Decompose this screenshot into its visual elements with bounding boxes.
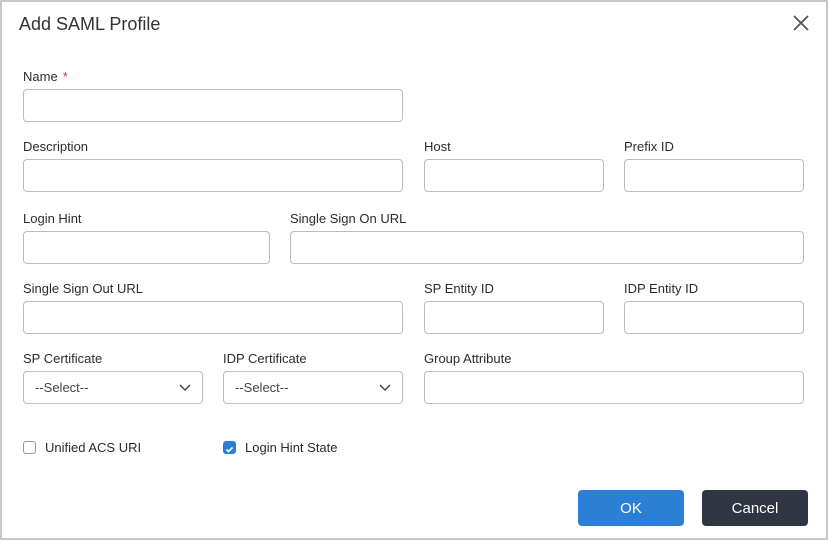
sp-certificate-label: SP Certificate — [23, 351, 103, 366]
idp-entity-id-label: IDP Entity ID — [624, 281, 699, 296]
group-attribute-label: Group Attribute — [424, 351, 512, 366]
host-input[interactable] — [424, 159, 604, 192]
close-icon[interactable] — [790, 12, 812, 34]
idp-entity-id-input[interactable] — [624, 301, 804, 334]
idp-certificate-label: IDP Certificate — [223, 351, 307, 366]
name-input[interactable] — [23, 89, 403, 122]
prefix-id-input[interactable] — [624, 159, 804, 192]
sp-entity-id-input[interactable] — [424, 301, 604, 334]
description-label: Description — [23, 139, 89, 154]
idp-certificate-select[interactable]: --Select-- — [223, 371, 403, 404]
checkmark-icon — [225, 446, 234, 453]
sp-certificate-value: --Select-- — [35, 380, 89, 395]
prefix-id-label: Prefix ID — [624, 139, 674, 154]
name-label: Name * — [23, 69, 68, 84]
unified-acs-uri-checkbox[interactable] — [23, 441, 36, 454]
login-hint-label: Login Hint — [23, 211, 82, 226]
add-saml-profile-dialog: Add SAML Profile Name * Description Host … — [2, 2, 826, 538]
description-input[interactable] — [23, 159, 403, 192]
idp-certificate-value: --Select-- — [235, 380, 289, 395]
login-hint-state-label: Login Hint State — [245, 440, 338, 455]
unified-acs-uri-label: Unified ACS URI — [45, 440, 142, 455]
slo-url-label: Single Sign Out URL — [23, 281, 143, 296]
required-marker: * — [62, 69, 68, 84]
group-attribute-input[interactable] — [424, 371, 804, 404]
login-hint-input[interactable] — [23, 231, 270, 264]
chevron-down-icon — [179, 384, 191, 391]
dialog-title: Add SAML Profile — [19, 14, 161, 34]
sso-url-label: Single Sign On URL — [290, 211, 407, 226]
login-hint-state-checkbox[interactable] — [223, 441, 236, 454]
sp-entity-id-label: SP Entity ID — [424, 281, 494, 296]
sp-certificate-select[interactable]: --Select-- — [23, 371, 203, 404]
slo-url-input[interactable] — [23, 301, 403, 334]
ok-button[interactable]: OK — [578, 490, 684, 526]
sso-url-input[interactable] — [290, 231, 804, 264]
chevron-down-icon — [379, 384, 391, 391]
host-label: Host — [424, 139, 451, 154]
cancel-button[interactable]: Cancel — [702, 490, 808, 526]
